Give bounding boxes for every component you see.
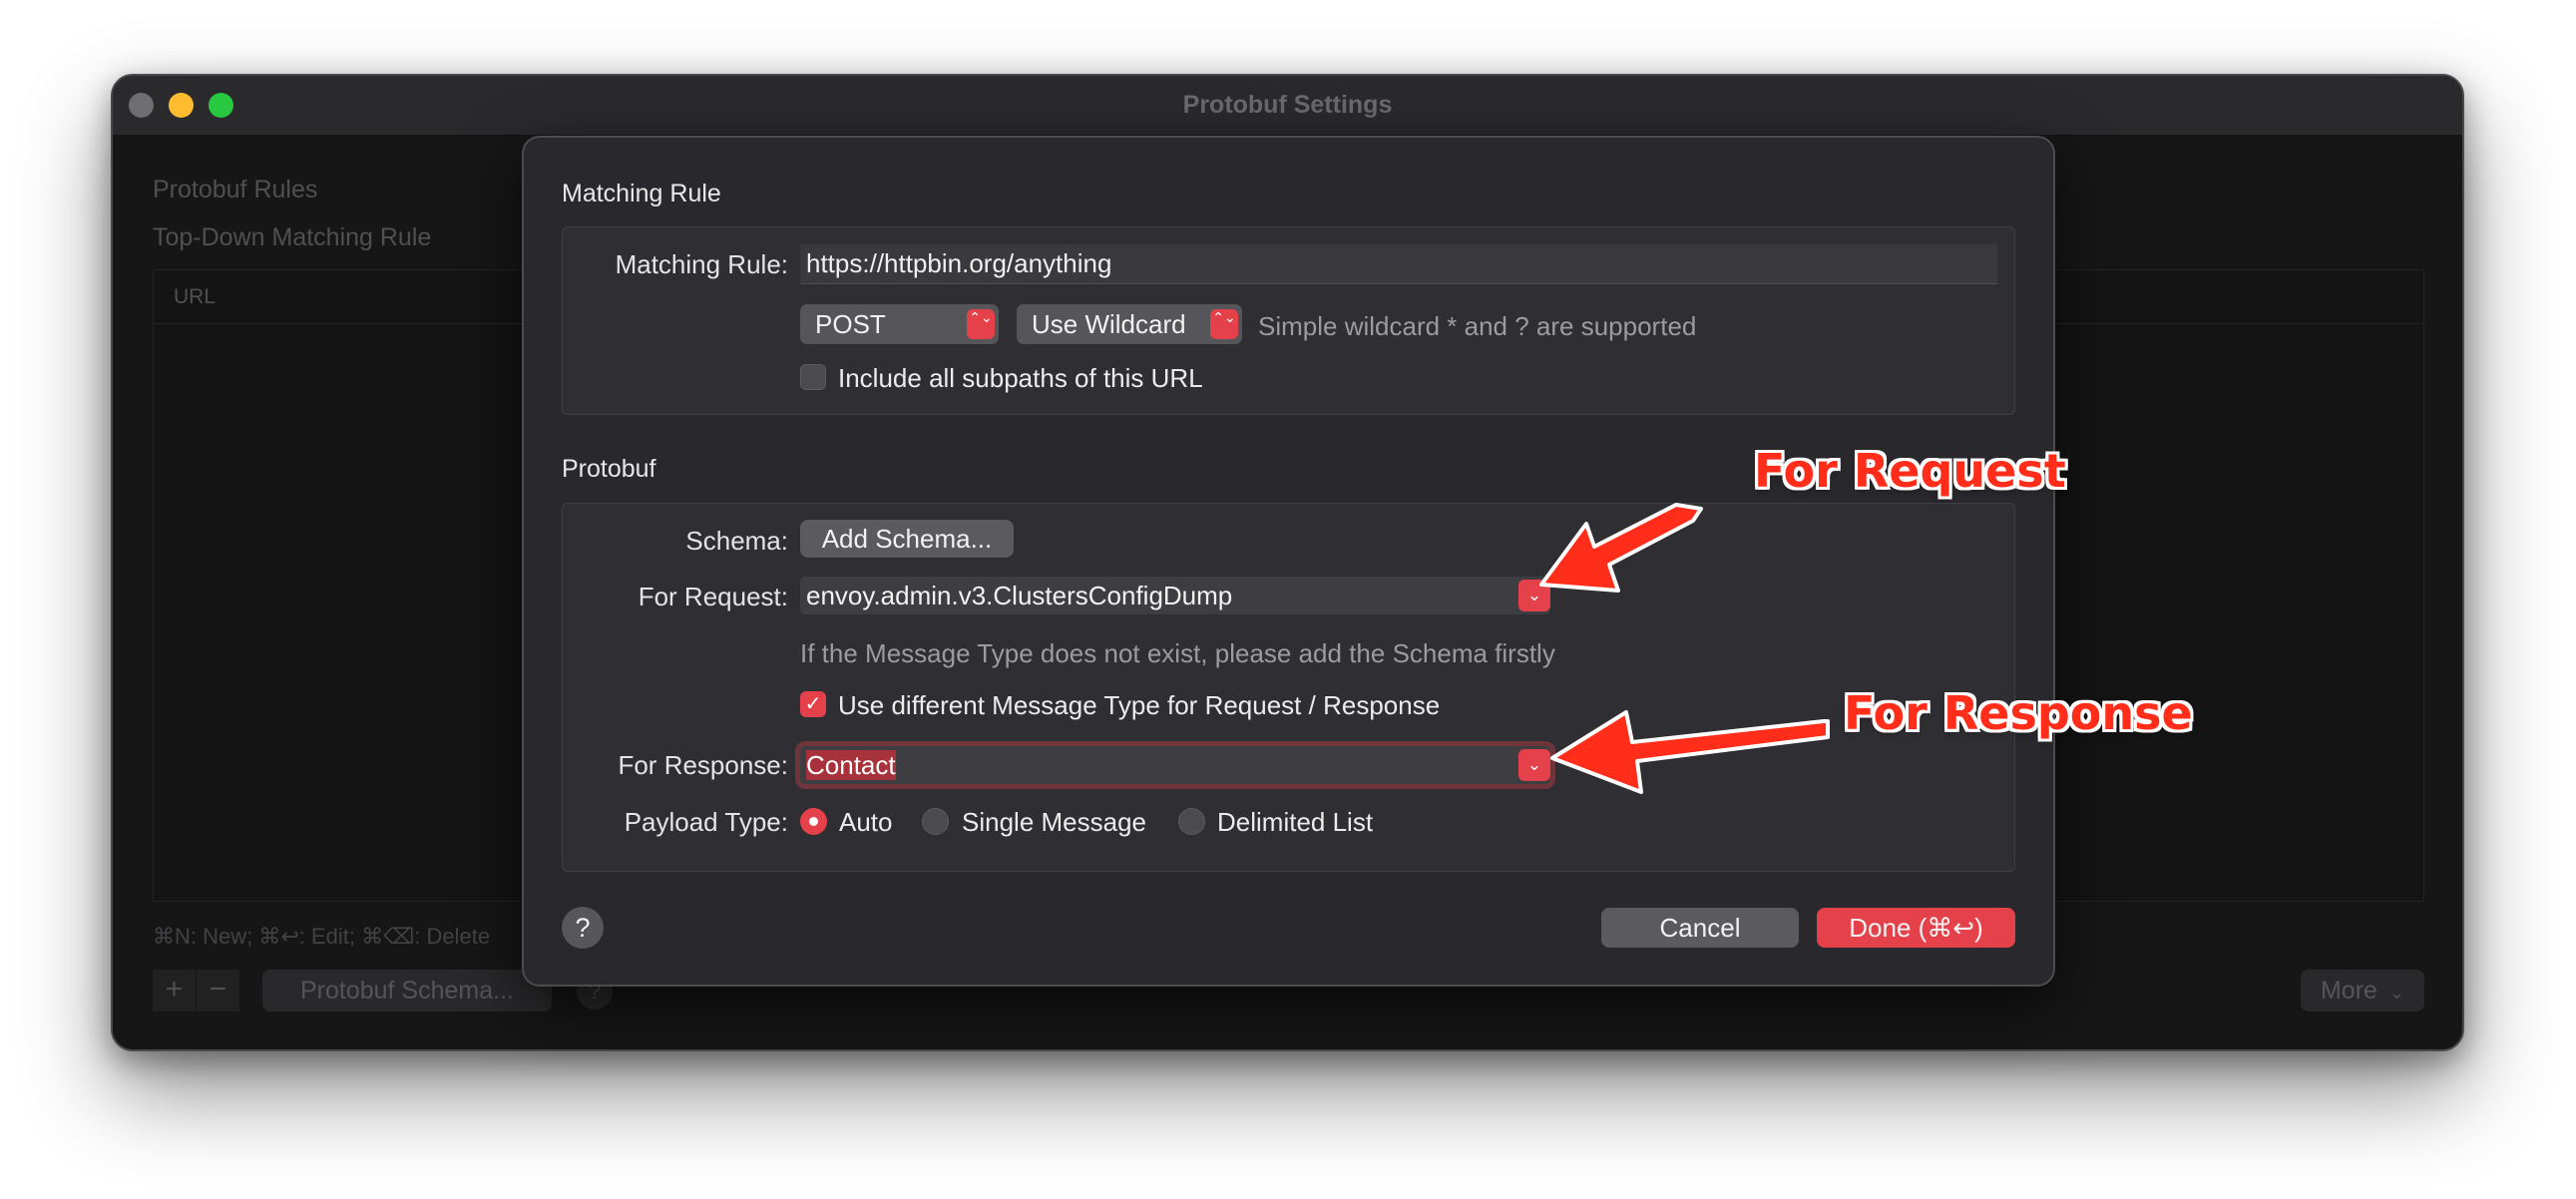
annotation-arrows	[1539, 503, 1830, 794]
for-request-callout: For Request	[1754, 444, 2066, 498]
for-response-callout: For Response	[1844, 686, 2193, 740]
response-arrow	[1550, 710, 1830, 794]
request-arrow	[1539, 503, 1703, 593]
